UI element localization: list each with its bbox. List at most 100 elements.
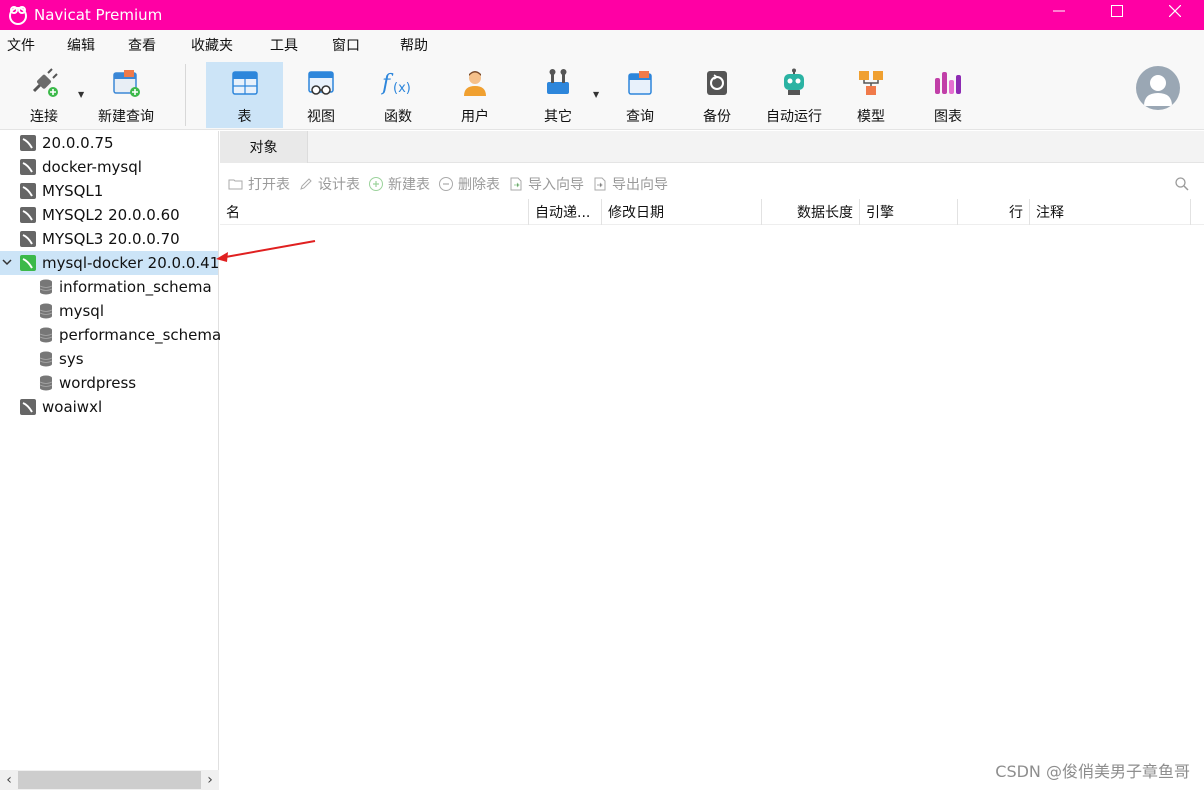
automation-label: 自动运行 xyxy=(766,109,822,125)
tree-item-label: MYSQL1 xyxy=(42,182,104,200)
plug-icon xyxy=(27,66,61,100)
user-avatar[interactable] xyxy=(1136,66,1180,110)
automation-button[interactable]: 自动运行 xyxy=(760,62,828,128)
tree-item-label: sys xyxy=(59,350,84,368)
scroll-left-icon[interactable]: ‹ xyxy=(0,772,18,788)
export-wizard-button[interactable]: 导出向导 xyxy=(592,174,668,194)
database-icon xyxy=(39,327,53,343)
chevron-down-icon[interactable] xyxy=(0,256,14,271)
tree-item-label: performance_schema xyxy=(59,326,222,344)
import-wizard-button[interactable]: 导入向导 xyxy=(508,174,584,194)
tab-objects[interactable]: 对象 xyxy=(220,131,308,163)
tree-item-label: MYSQL3 20.0.0.70 xyxy=(42,230,180,248)
column-header-engine[interactable]: 引擎 xyxy=(860,199,958,225)
new-query-label: 新建查询 xyxy=(98,109,154,125)
annotation-arrow-icon xyxy=(216,240,316,262)
function-label: 函数 xyxy=(384,109,412,125)
tree-item-database[interactable]: sys xyxy=(0,347,218,371)
delete-table-label: 删除表 xyxy=(458,177,500,193)
mysql-connection-active-icon xyxy=(20,255,36,271)
tree-item-connection-selected[interactable]: mysql-docker 20.0.0.41 xyxy=(0,251,220,275)
menu-file[interactable]: 文件 xyxy=(7,35,35,55)
tree-item-database[interactable]: mysql xyxy=(0,299,218,323)
column-header-auto-increment[interactable]: 自动递... xyxy=(529,199,602,225)
design-table-button[interactable]: 设计表 xyxy=(298,174,360,194)
pencil-icon xyxy=(300,178,312,190)
sidebar-horizontal-scrollbar[interactable]: ‹ › xyxy=(0,770,219,790)
table-label: 表 xyxy=(237,109,252,125)
minimize-icon xyxy=(1053,10,1065,12)
other-dropdown-icon[interactable]: ▼ xyxy=(593,90,599,99)
user-label: 用户 xyxy=(461,109,489,125)
tree-item-database[interactable]: information_schema xyxy=(0,275,218,299)
chart-icon xyxy=(931,66,965,100)
navicat-window: Navicat Premium 文件 编辑 查看 收藏夹 工具 窗口 帮助 连接… xyxy=(0,0,1204,790)
minus-circle-icon xyxy=(439,177,453,191)
open-table-button[interactable]: 打开表 xyxy=(228,174,290,194)
navicat-logo-icon xyxy=(9,6,27,25)
open-table-label: 打开表 xyxy=(248,177,290,193)
avatar-icon xyxy=(1144,75,1172,106)
chart-button[interactable]: 图表 xyxy=(917,62,979,128)
column-header-data-length[interactable]: 数据长度 xyxy=(762,199,860,225)
tree-item-connection[interactable]: MYSQL2 20.0.0.60 xyxy=(0,203,218,227)
menu-window[interactable]: 窗口 xyxy=(332,35,360,55)
tools-icon xyxy=(541,66,575,100)
mysql-connection-icon xyxy=(20,207,36,223)
model-button[interactable]: 模型 xyxy=(840,62,902,128)
menu-tools[interactable]: 工具 xyxy=(270,35,298,55)
function-button[interactable]: f (x) 函数 xyxy=(367,62,429,128)
tree-item-database[interactable]: performance_schema xyxy=(0,323,222,347)
backup-icon xyxy=(700,66,734,100)
delete-table-button[interactable]: 删除表 xyxy=(438,174,500,194)
svg-text:(x): (x) xyxy=(393,81,411,96)
column-header-modified[interactable]: 修改日期 xyxy=(602,199,762,225)
user-button[interactable]: 用户 xyxy=(444,62,506,128)
backup-label: 备份 xyxy=(703,109,731,125)
menu-help[interactable]: 帮助 xyxy=(400,35,428,55)
column-header-rows[interactable]: 行 xyxy=(958,199,1030,225)
close-button[interactable] xyxy=(1146,0,1204,22)
menu-view[interactable]: 查看 xyxy=(128,35,156,55)
menu-favorites[interactable]: 收藏夹 xyxy=(191,35,233,55)
tree-item-connection[interactable]: docker-mysql xyxy=(0,155,218,179)
menu-edit[interactable]: 编辑 xyxy=(67,35,95,55)
export-wizard-label: 导出向导 xyxy=(612,177,668,193)
tree-item-label: wordpress xyxy=(59,374,137,392)
new-table-button[interactable]: 新建表 xyxy=(368,174,430,194)
search-icon[interactable] xyxy=(1174,176,1190,192)
watermark: CSDN @俊俏美男子章鱼哥 xyxy=(995,762,1190,781)
backup-button[interactable]: 备份 xyxy=(686,62,748,128)
tree-item-connection[interactable]: woaiwxl xyxy=(0,395,218,419)
mysql-connection-icon xyxy=(20,159,36,175)
tree-item-connection[interactable]: 20.0.0.75 xyxy=(0,131,218,155)
column-header-comment[interactable]: 注释 xyxy=(1030,199,1191,225)
tree-item-connection[interactable]: MYSQL1 xyxy=(0,179,218,203)
minimize-button[interactable] xyxy=(1030,0,1088,22)
query-icon xyxy=(623,66,657,100)
connect-button[interactable]: 连接 xyxy=(14,62,74,128)
view-button[interactable]: 视图 xyxy=(290,62,352,128)
table-button[interactable]: 表 xyxy=(206,62,283,128)
tree-item-label: docker-mysql xyxy=(42,158,142,176)
maximize-button[interactable] xyxy=(1088,0,1146,22)
tree-item-label: MYSQL2 20.0.0.60 xyxy=(42,206,180,224)
scroll-right-icon[interactable]: › xyxy=(201,772,219,788)
other-button[interactable]: 其它 xyxy=(527,62,589,128)
query-button[interactable]: 查询 xyxy=(609,62,671,128)
column-header-name[interactable]: 名 xyxy=(220,199,529,225)
tree-item-database[interactable]: wordpress xyxy=(0,371,218,395)
chart-label: 图表 xyxy=(934,109,962,125)
mysql-connection-icon xyxy=(20,135,36,151)
import-icon xyxy=(510,177,522,191)
object-pane: 对象 打开表 设计表 新建表 删除表 导入向导 导出向导 名 自动递... 修改… xyxy=(220,131,1204,790)
scrollbar-thumb[interactable] xyxy=(18,771,201,789)
new-query-button[interactable]: 新建查询 xyxy=(92,62,160,128)
object-list-header: 名 自动递... 修改日期 数据长度 引擎 行 注释 xyxy=(220,199,1204,225)
tree-item-connection[interactable]: MYSQL3 20.0.0.70 xyxy=(0,227,218,251)
tree-item-label: information_schema xyxy=(59,278,212,296)
connect-dropdown-icon[interactable]: ▼ xyxy=(78,90,84,99)
tree-item-label: mysql-docker 20.0.0.41 xyxy=(42,254,220,272)
model-icon xyxy=(854,66,888,100)
query-label: 查询 xyxy=(626,109,654,125)
